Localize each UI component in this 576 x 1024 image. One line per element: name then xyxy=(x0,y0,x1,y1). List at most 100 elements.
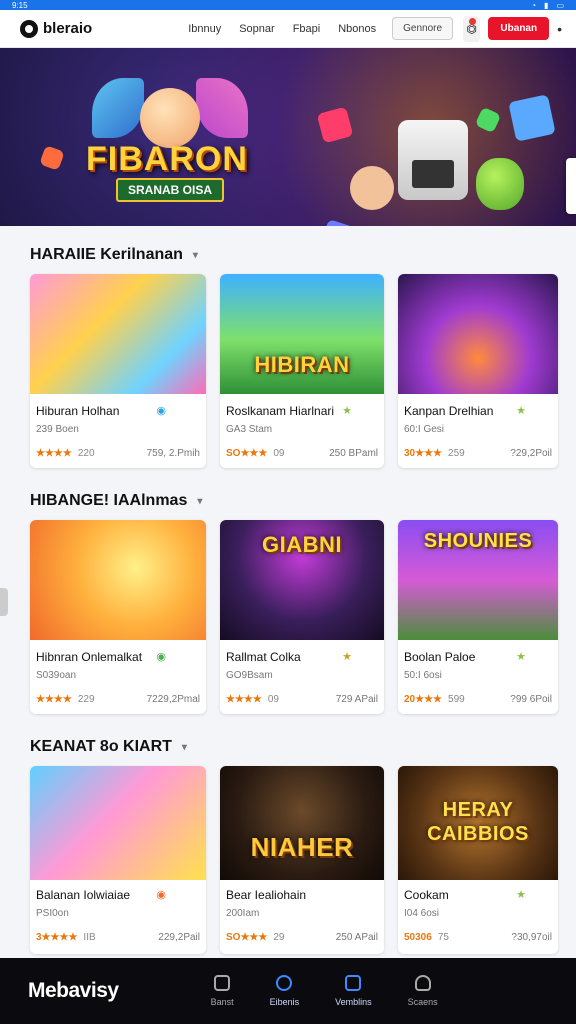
side-feedback-tab[interactable] xyxy=(566,158,576,214)
badge-icon: ◉ xyxy=(156,651,166,663)
card-rating: SO★★★ 29 xyxy=(226,932,284,943)
card-title: Hibnran Onlemalkat xyxy=(36,650,143,664)
more-menu-icon[interactable]: • xyxy=(557,21,562,37)
card-rating: ★★★★ 229 xyxy=(36,694,95,705)
game-card[interactable]: NIAHER Bear Iealiohain 200Iam SO★★★ 29 25… xyxy=(220,766,384,954)
badge-icon: ★ xyxy=(516,651,526,663)
section-title-text: HARAIIE Kerilnanan xyxy=(30,246,183,263)
nav-item-4[interactable]: Nbonos xyxy=(338,23,376,35)
game-card[interactable]: SHOUNIES Boolan Paloe ★ 50:I 6osi 20★★★ 5… xyxy=(398,520,558,714)
card-rating: 20★★★ 599 xyxy=(404,694,465,705)
battery-icon: ▭ xyxy=(556,0,564,10)
card-meta: 50:I 6osi xyxy=(404,670,442,681)
card-rating: 3★★★★ IIB xyxy=(36,932,96,943)
tab-scenes[interactable]: Scaens xyxy=(408,975,438,1007)
rating-number: 599 xyxy=(448,694,465,705)
badge-icon: ◉ xyxy=(156,889,166,901)
rating-number: 29 xyxy=(273,932,285,943)
notification-dot xyxy=(469,17,477,25)
rating-number: IIB xyxy=(83,932,96,943)
bottom-tabs: Banst Eibenis Vemblins Scaens xyxy=(211,975,438,1007)
rating-stars: 50306 xyxy=(404,932,432,943)
cta-button[interactable]: Ubanan xyxy=(488,17,550,40)
game-card[interactable]: HIBIRAN Roslkanam Hiarlnari ★ GA3 Stam S… xyxy=(220,274,384,468)
rating-number: 259 xyxy=(448,448,465,459)
rating-stars: ★★★★ xyxy=(36,448,72,459)
game-thumbnail xyxy=(30,274,206,394)
tab-videos[interactable]: Vemblins xyxy=(335,975,372,1007)
nav-item-3[interactable]: Fbapi xyxy=(293,23,321,35)
game-card[interactable]: Hibnran Onlemalkat ◉ S039oan ★★★★ 229 722… xyxy=(30,520,206,714)
hero-banner[interactable]: FIBARON SRANAB OISA xyxy=(0,48,576,226)
nav-item-2[interactable]: Sopnar xyxy=(239,23,274,35)
game-card[interactable]: Balanan Iolwiaiae ◉ PSI0on 3★★★★ IIB 229,… xyxy=(30,766,206,954)
game-card[interactable]: GIABNI Rallmat Colka ★ GO9Bsam ★★★★ 09 72… xyxy=(220,520,384,714)
nav-button[interactable]: Gennore xyxy=(392,17,454,40)
card-meta: S039oan xyxy=(36,670,77,681)
rating-stars: 20★★★ xyxy=(404,694,443,705)
game-thumbnail xyxy=(30,520,206,640)
app-logo[interactable]: bleraio xyxy=(20,19,93,38)
section-title[interactable]: HARAIIE Kerilnanan ▾ xyxy=(30,246,198,264)
logo-text: bleraio xyxy=(43,20,93,37)
game-card[interactable]: Hiburan Holhan ◉ 239 Boen ★★★★ 220 759, 2… xyxy=(30,274,206,468)
card-rating: SO★★★ 09 xyxy=(226,448,284,459)
rating-stars: SO★★★ xyxy=(226,448,268,459)
card-title: Kanpan Drelhian xyxy=(404,404,494,418)
game-thumbnail xyxy=(30,766,206,880)
thumbnail-title: HERAY CAIBBIOS xyxy=(427,799,529,845)
game-thumbnail xyxy=(398,274,558,394)
thumbnail-title: SHOUNIES xyxy=(423,530,533,552)
home-icon xyxy=(214,975,231,991)
brand-logo[interactable]: Mebavisy xyxy=(28,979,119,1003)
chevron-down-icon: ▾ xyxy=(181,741,187,753)
hero-character-frog xyxy=(476,158,524,210)
section-title[interactable]: KEANAT 8o KIART ▾ xyxy=(30,738,187,756)
status-icons: ◔ ▮ ▭ xyxy=(531,1,564,10)
signal-icon: ▮ xyxy=(544,0,549,10)
card-meta: I04 6osi xyxy=(404,908,440,919)
card-title: Hiburan Holhan xyxy=(36,404,120,418)
card-rating: ★★★★ 220 xyxy=(36,448,95,459)
card-stats: 250 APail xyxy=(335,932,378,943)
card-title: Roslkanam Hiarlnari xyxy=(226,404,335,418)
rating-stars: 30★★★ xyxy=(404,448,443,459)
thumbnail-title: NIAHER xyxy=(250,832,354,862)
card-meta: GA3 Stam xyxy=(226,424,273,435)
tab-label: Vemblins xyxy=(335,997,372,1007)
compass-icon xyxy=(276,975,293,991)
rating-number: 220 xyxy=(77,448,95,459)
nav-item-1[interactable]: Ibnnuy xyxy=(188,23,221,35)
cloud-icon xyxy=(414,975,431,991)
scroll-handle[interactable] xyxy=(0,588,8,616)
card-title: Boolan Paloe xyxy=(404,650,476,664)
game-card[interactable]: Kanpan Drelhian ★ 60:I Gesi 30★★★ 259 ?29… xyxy=(398,274,558,468)
chevron-down-icon: ▾ xyxy=(197,495,203,507)
badge-icon: ★ xyxy=(516,405,526,417)
card-stats: 7229,2Pmal xyxy=(146,694,200,705)
tab-explore[interactable]: Eibenis xyxy=(269,975,300,1007)
rating-number: 09 xyxy=(273,448,285,459)
card-stats: 759, 2.Pmih xyxy=(146,448,200,459)
wifi-icon: ◔ xyxy=(531,0,537,10)
chevron-down-icon: ▾ xyxy=(192,249,198,261)
rating-number: 09 xyxy=(267,694,279,705)
card-meta: 60:I Gesi xyxy=(404,424,445,435)
thumbnail-title: GIABNI xyxy=(262,532,342,557)
section-title-text: KEANAT 8o KIART xyxy=(30,738,172,755)
logo-mark-icon xyxy=(20,19,38,38)
card-rating: 50306 75 xyxy=(404,932,449,943)
section-title-text: HIBANGE! IAAlnmas xyxy=(30,492,188,509)
badge-icon: ★ xyxy=(342,405,352,417)
card-meta: GO9Bsam xyxy=(226,670,273,681)
hero-character-robot xyxy=(398,120,468,200)
tab-label: Banst xyxy=(210,997,234,1007)
tab-home[interactable]: Banst xyxy=(211,975,234,1007)
hero-title: FIBARON xyxy=(86,140,248,178)
game-card[interactable]: HERAY CAIBBIOS Cookam ★ I04 6osi 50306 75… xyxy=(398,766,558,954)
section-title[interactable]: HIBANGE! IAAlnmas ▾ xyxy=(30,492,202,510)
card-stats: ?99 6Poil xyxy=(510,694,552,705)
tab-label: Eibenis xyxy=(269,997,300,1007)
tab-label: Scaens xyxy=(407,997,438,1007)
notification-button[interactable]: ⏣ xyxy=(463,15,481,42)
